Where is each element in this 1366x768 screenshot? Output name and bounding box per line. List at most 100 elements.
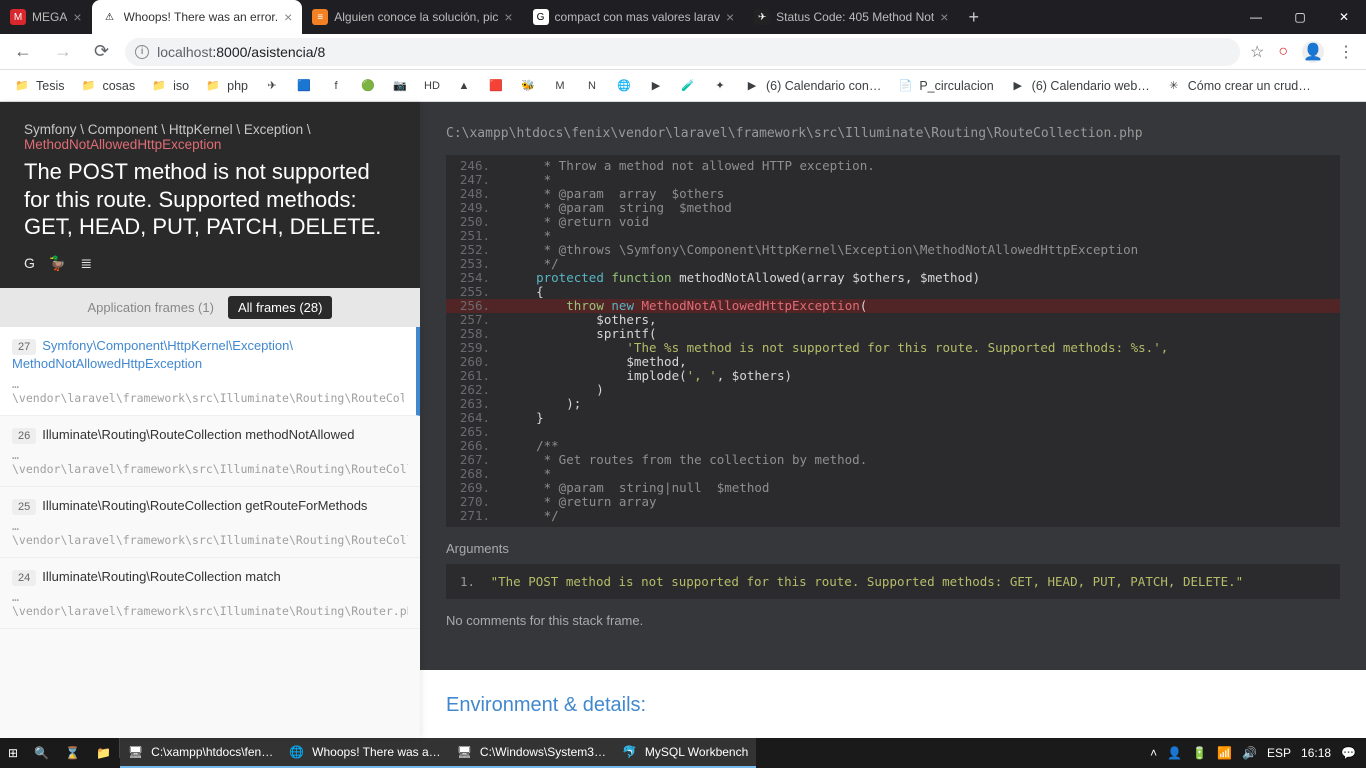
taskbar-item-icon: 📁 bbox=[96, 746, 111, 760]
omnibox[interactable]: i localhost:8000/asistencia/8 bbox=[125, 38, 1240, 66]
taskbar-item[interactable]: 🖥C:\Windows\System3… bbox=[449, 738, 614, 768]
browser-tab[interactable]: ✈Status Code: 405 Method Not× bbox=[744, 0, 958, 34]
tray-up-icon[interactable]: ˄ bbox=[1150, 746, 1157, 760]
code-line: 253. */ bbox=[446, 257, 1340, 271]
bookmark-item[interactable]: 📁cosas bbox=[74, 74, 141, 98]
profile-avatar[interactable]: 👤 bbox=[1302, 41, 1324, 63]
bookmark-icon: 📁 bbox=[151, 78, 167, 94]
bookmark-item[interactable]: M bbox=[546, 74, 574, 98]
frame-path: …\vendor\laravel\framework\src\Illuminat… bbox=[12, 377, 404, 405]
environment-section-title: Environment & details: bbox=[420, 670, 1366, 738]
bookmark-item[interactable]: ▶ bbox=[642, 74, 670, 98]
star-bookmark-icon[interactable]: ☆ bbox=[1250, 42, 1264, 62]
frame-class: Symfony\Component\HttpKernel\Exception\ … bbox=[12, 338, 293, 371]
right-panel[interactable]: C:\xampp\htdocs\fenix\vendor\laravel\fra… bbox=[420, 102, 1366, 738]
tray-battery-icon[interactable]: 🔋 bbox=[1192, 746, 1207, 760]
bookmark-item[interactable]: ▶(6) Calendario con… bbox=[738, 74, 887, 98]
bookmark-icon: ✳ bbox=[1166, 78, 1182, 94]
bookmark-item[interactable]: 📁Tesis bbox=[8, 74, 70, 98]
reload-button[interactable]: ⟳ bbox=[88, 39, 115, 64]
browser-tab[interactable]: ≡Alguien conoce la solución, pic× bbox=[302, 0, 522, 34]
tab-close-icon[interactable]: × bbox=[726, 9, 734, 25]
tray-clock[interactable]: 16:18 bbox=[1301, 746, 1331, 760]
new-tab-button[interactable]: + bbox=[958, 7, 989, 28]
bookmark-item[interactable]: 🌐 bbox=[610, 74, 638, 98]
bookmark-item[interactable]: 📁php bbox=[199, 74, 254, 98]
site-info-icon[interactable]: i bbox=[135, 45, 149, 59]
stack-frame[interactable]: 26Illuminate\Routing\RouteCollection met… bbox=[0, 416, 420, 487]
taskbar-item[interactable]: ⊞ bbox=[0, 738, 26, 768]
bookmark-item[interactable]: f bbox=[322, 74, 350, 98]
tab-favicon: G bbox=[533, 9, 549, 25]
stackoverflow-icon[interactable]: ≣ bbox=[80, 255, 92, 272]
taskbar-item-icon: 🖥 bbox=[457, 745, 472, 759]
bookmark-icon: ✦ bbox=[712, 78, 728, 94]
tray-wifi-icon[interactable]: 📶 bbox=[1217, 746, 1232, 760]
back-button[interactable]: ← bbox=[8, 39, 38, 64]
bookmark-icon: ▲ bbox=[456, 78, 472, 94]
stack-frame[interactable]: 27Symfony\Component\HttpKernel\Exception… bbox=[0, 327, 420, 416]
code-line: 257. $others, bbox=[446, 313, 1340, 327]
browser-tab[interactable]: ⚠Whoops! There was an error.× bbox=[92, 0, 303, 34]
argument-number: 1. bbox=[460, 574, 475, 589]
bookmark-item[interactable]: N bbox=[578, 74, 606, 98]
stack-frames-list[interactable]: 27Symfony\Component\HttpKernel\Exception… bbox=[0, 327, 420, 739]
close-window-button[interactable]: ✕ bbox=[1322, 0, 1366, 34]
bookmark-item[interactable]: ✳Cómo crear un crud… bbox=[1160, 74, 1317, 98]
tab-title: Whoops! There was an error. bbox=[124, 10, 279, 24]
taskbar-item[interactable]: 📁 bbox=[88, 738, 119, 768]
taskbar-item[interactable]: 🐬MySQL Workbench bbox=[614, 738, 756, 768]
duckduckgo-icon[interactable]: 🦆 bbox=[49, 255, 66, 272]
tab-close-icon[interactable]: × bbox=[73, 9, 81, 25]
tray-notifications-icon[interactable]: 💬 bbox=[1341, 746, 1356, 760]
maximize-button[interactable]: ▢ bbox=[1278, 0, 1322, 34]
tray-people-icon[interactable]: 👤 bbox=[1167, 746, 1182, 760]
tray-volume-icon[interactable]: 🔊 bbox=[1242, 746, 1257, 760]
tab-close-icon[interactable]: × bbox=[504, 9, 512, 25]
frame-class: Illuminate\Routing\RouteCollection getRo… bbox=[42, 498, 367, 513]
taskbar-item[interactable]: 🔍 bbox=[26, 738, 57, 768]
bookmark-item[interactable]: ✦ bbox=[706, 74, 734, 98]
bookmark-item[interactable]: ✈ bbox=[258, 74, 286, 98]
browser-tab[interactable]: Gcompact con mas valores larav× bbox=[523, 0, 745, 34]
application-frames-tab[interactable]: Application frames (1) bbox=[88, 300, 214, 315]
extension-icon[interactable]: ○ bbox=[1278, 43, 1288, 61]
bookmark-item[interactable]: 🟥 bbox=[482, 74, 510, 98]
stack-frame[interactable]: 24Illuminate\Routing\RouteCollection mat… bbox=[0, 558, 420, 629]
bookmark-label: iso bbox=[173, 79, 189, 93]
bookmark-item[interactable]: 🧪 bbox=[674, 74, 702, 98]
taskbar-item[interactable]: 🌐Whoops! There was a… bbox=[281, 738, 448, 768]
forward-button[interactable]: → bbox=[48, 39, 78, 64]
bookmark-item[interactable]: 📄P_circulacion bbox=[891, 74, 999, 98]
bookmark-item[interactable]: 📁 iso bbox=[145, 74, 195, 98]
bookmark-item[interactable]: ▶(6) Calendario web… bbox=[1004, 74, 1156, 98]
bookmark-icon: f bbox=[328, 78, 344, 94]
left-panel: Symfony \ Component \ HttpKernel \ Excep… bbox=[0, 102, 420, 738]
bookmark-item[interactable]: 📷 bbox=[386, 74, 414, 98]
google-search-icon[interactable]: G bbox=[24, 255, 35, 272]
all-frames-tab[interactable]: All frames (28) bbox=[228, 296, 333, 319]
bookmark-item[interactable]: ▲ bbox=[450, 74, 478, 98]
taskbar-item[interactable]: ⌛ bbox=[57, 738, 88, 768]
tab-close-icon[interactable]: × bbox=[940, 9, 948, 25]
window-controls: — ▢ ✕ bbox=[1234, 0, 1366, 34]
minimize-button[interactable]: — bbox=[1234, 0, 1278, 34]
code-line: 261. implode(', ', $others) bbox=[446, 369, 1340, 383]
system-tray: ˄ 👤 🔋 📶 🔊 ESP 16:18 💬 bbox=[1140, 746, 1366, 760]
browser-tab[interactable]: MMEGA× bbox=[0, 0, 92, 34]
stack-frame[interactable]: 25Illuminate\Routing\RouteCollection get… bbox=[0, 487, 420, 558]
frame-number: 27 bbox=[12, 339, 36, 355]
url-host: localhost bbox=[157, 44, 212, 60]
tab-favicon: ≡ bbox=[312, 9, 328, 25]
taskbar-item[interactable]: 🖥C:\xampp\htdocs\fen… bbox=[120, 738, 281, 768]
bookmark-item[interactable]: HD bbox=[418, 74, 446, 98]
bookmark-item[interactable]: 🐝 bbox=[514, 74, 542, 98]
menu-icon[interactable]: ⋮ bbox=[1338, 42, 1354, 62]
tab-close-icon[interactable]: × bbox=[284, 9, 292, 25]
bookmark-item[interactable]: 🟦 bbox=[290, 74, 318, 98]
code-line: 259. 'The %s method is not supported for… bbox=[446, 341, 1340, 355]
bookmark-item[interactable]: 🟢 bbox=[354, 74, 382, 98]
tray-language[interactable]: ESP bbox=[1267, 746, 1291, 760]
bookmarks-bar: 📁Tesis📁cosas 📁 iso 📁php✈🟦 f 🟢📷HD ▲ 🟥🐝MN🌐▶🧪 ✦ ▶(6)… bbox=[0, 70, 1366, 102]
taskbar-item-icon: ⊞ bbox=[8, 746, 18, 760]
